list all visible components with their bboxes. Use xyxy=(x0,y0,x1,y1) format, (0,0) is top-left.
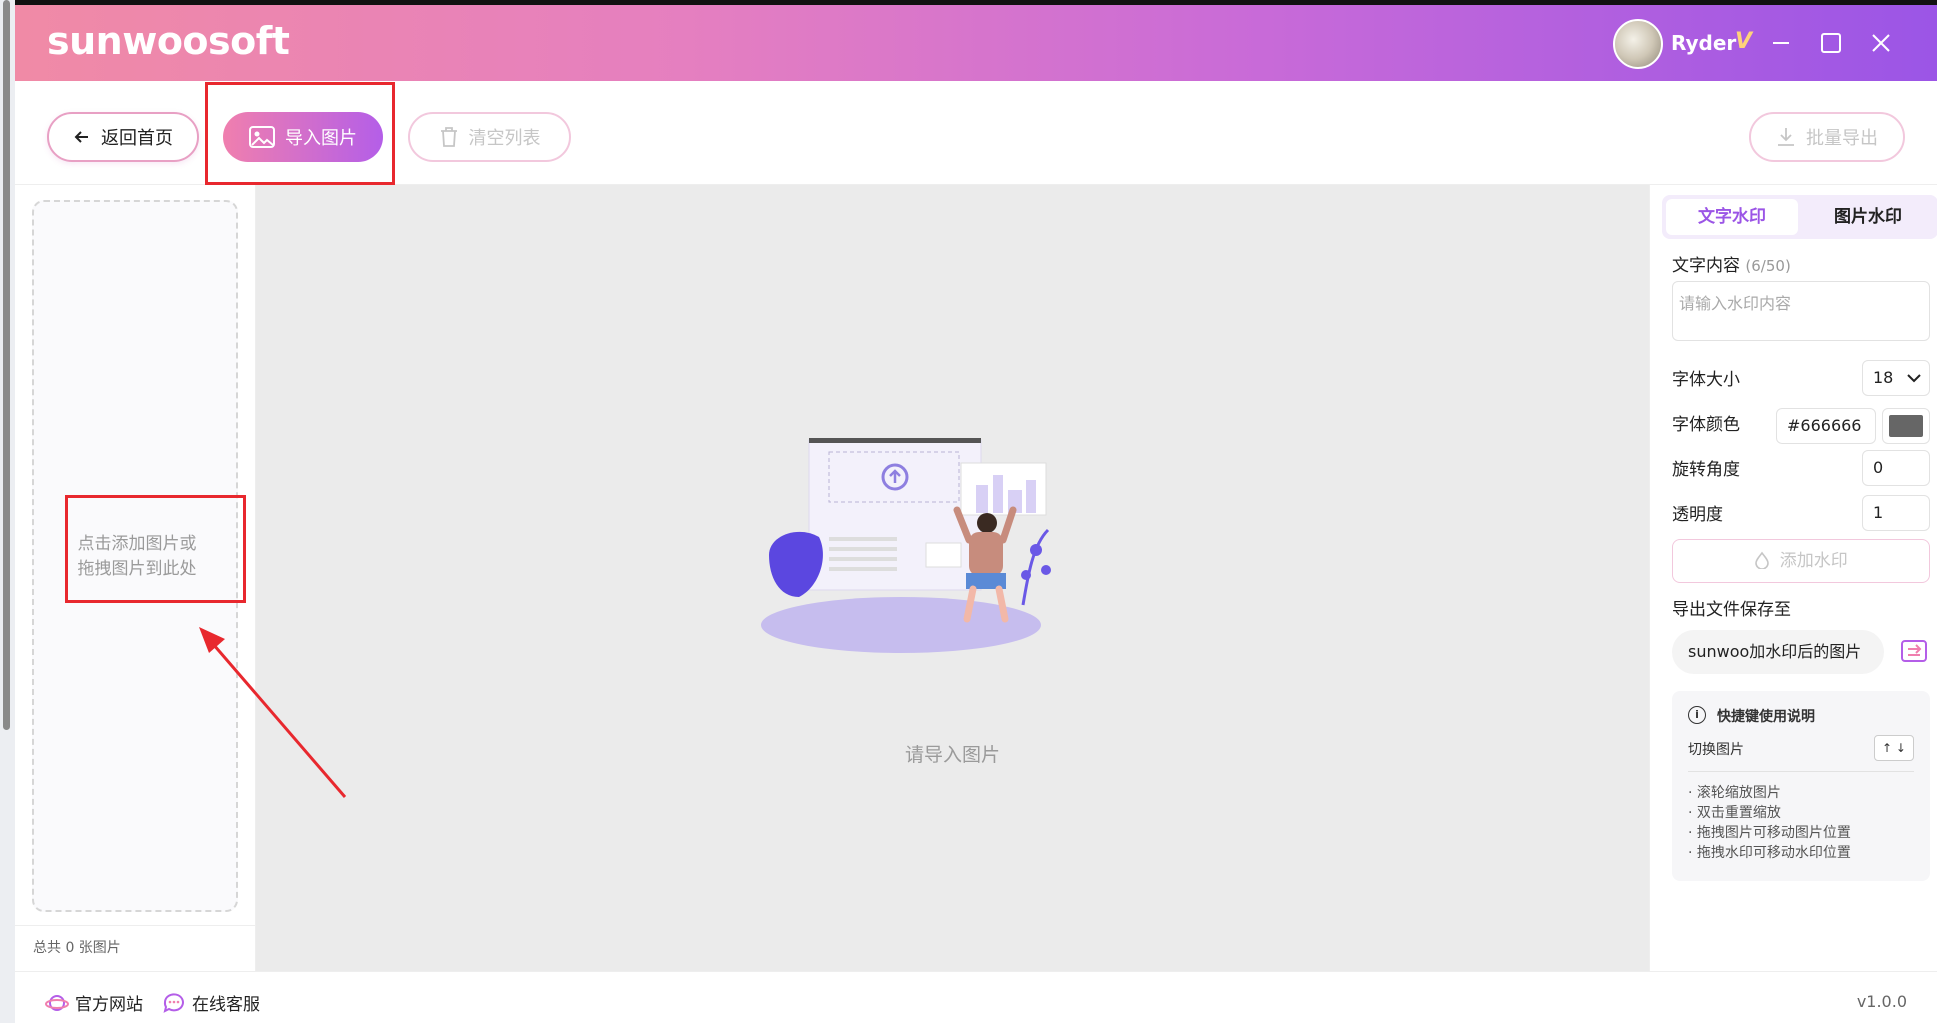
app-window: sunwoosoft Ryder V 返回首页 导入图片 清空列表 批量导出 点… xyxy=(15,5,1937,1023)
list-item-text: 拖拽图片可移动图片位置 xyxy=(1696,825,1851,841)
title-bar: sunwoosoft Ryder V xyxy=(15,5,1937,81)
preview-canvas[interactable]: 请导入图片 xyxy=(256,185,1649,971)
add-watermark-button[interactable]: 添加水印 xyxy=(1672,539,1930,583)
arrow-left-icon xyxy=(74,131,88,143)
font-color-input[interactable]: #666666 xyxy=(1776,408,1876,444)
export-path-field[interactable]: sunwoo加水印后的图片 xyxy=(1672,630,1884,674)
maximize-button[interactable] xyxy=(1815,27,1847,59)
annotation-arrow xyxy=(199,627,347,798)
chevron-down-icon xyxy=(1907,374,1921,383)
planet-icon xyxy=(45,994,69,1011)
text-content-label-text: 文字内容 xyxy=(1672,256,1740,276)
highlight-box-import xyxy=(205,82,395,185)
divider xyxy=(1688,771,1914,772)
font-size-label: 字体大小 xyxy=(1672,370,1740,390)
empty-illustration xyxy=(761,438,1051,653)
online-support-label: 在线客服 xyxy=(192,995,260,1015)
switch-image-label: 切换图片 xyxy=(1688,742,1744,758)
list-item: · 双击重置缩放 xyxy=(1688,805,1781,821)
highlight-box-dropzone xyxy=(65,495,246,603)
list-item-text: 拖拽水印可移动水印位置 xyxy=(1696,845,1851,861)
empty-hint: 请导入图片 xyxy=(904,744,1000,766)
watermark-text-input[interactable]: 请输入水印内容 xyxy=(1672,281,1930,341)
footer: 官方网站 在线客服 v1.0.0 xyxy=(15,971,1937,1023)
info-icon: i xyxy=(1688,706,1706,724)
shortcut-list: · 滚轮缩放图片 · 双击重置缩放 · 拖拽图片可移动图片位置 · 拖拽水印可移… xyxy=(1688,783,1851,863)
list-item: · 滚轮缩放图片 xyxy=(1688,785,1781,801)
chat-icon xyxy=(163,992,184,1013)
text-content-label: 文字内容 (6/50) xyxy=(1672,251,1791,276)
add-watermark-label: 添加水印 xyxy=(1779,551,1848,571)
minimize-button[interactable] xyxy=(1765,27,1797,59)
download-icon xyxy=(1778,128,1794,146)
change-folder-icon[interactable] xyxy=(1900,637,1930,667)
close-icon xyxy=(1872,34,1890,52)
list-item-text: 双击重置缩放 xyxy=(1696,805,1781,821)
version-label: v1.0.0 xyxy=(1856,992,1907,1011)
watermark-settings-panel: 文字水印 图片水印 文字内容 (6/50) 请输入水印内容 字体大小 18 字体… xyxy=(1649,185,1937,971)
rotation-input[interactable]: 0 xyxy=(1862,450,1930,486)
maximize-icon xyxy=(1821,33,1841,53)
image-count: 总共 0 张图片 xyxy=(33,940,121,956)
divider xyxy=(15,925,256,926)
shortcut-help-box: i 快捷键使用说明 切换图片 ↑ ↓ · 滚轮缩放图片 · 双击重置缩放 · 拖… xyxy=(1672,691,1930,881)
tab-text-watermark[interactable]: 文字水印 xyxy=(1666,199,1798,235)
export-folder-label: 导出文件保存至 xyxy=(1672,600,1791,620)
user-name[interactable]: Ryder xyxy=(1671,31,1736,55)
minimize-icon xyxy=(1773,42,1789,44)
watermark-tabs: 文字水印 图片水印 xyxy=(1662,195,1937,239)
font-size-value: 18 xyxy=(1873,368,1894,387)
font-color-label: 字体颜色 xyxy=(1672,415,1740,435)
batch-export-label: 批量导出 xyxy=(1806,128,1878,149)
background-edge xyxy=(0,0,15,1023)
official-website-label: 官方网站 xyxy=(75,995,143,1015)
background-scrollbar xyxy=(3,0,10,730)
shortcut-help-title: 快捷键使用说明 xyxy=(1717,709,1815,725)
vip-badge: V xyxy=(1735,29,1753,54)
clear-list-label: 清空列表 xyxy=(468,128,541,149)
close-button[interactable] xyxy=(1865,27,1897,59)
official-website-link[interactable]: 官方网站 xyxy=(45,990,143,1015)
arrow-keys-keycap: ↑ ↓ xyxy=(1874,735,1914,761)
app-logo: sunwoosoft xyxy=(47,19,290,63)
drop-icon xyxy=(1755,551,1770,570)
text-content-count: (6/50) xyxy=(1745,257,1791,275)
rotation-label: 旋转角度 xyxy=(1672,460,1740,480)
list-item: · 拖拽图片可移动图片位置 xyxy=(1688,825,1851,841)
trash-icon xyxy=(440,127,457,147)
list-item: · 拖拽水印可移动水印位置 xyxy=(1688,845,1851,861)
back-home-button[interactable]: 返回首页 xyxy=(47,112,199,162)
tab-image-watermark[interactable]: 图片水印 xyxy=(1802,199,1934,235)
avatar[interactable] xyxy=(1613,19,1663,69)
online-support-link[interactable]: 在线客服 xyxy=(162,990,260,1015)
back-home-label: 返回首页 xyxy=(101,128,173,149)
font-color-swatch[interactable] xyxy=(1882,408,1930,444)
list-item-text: 滚轮缩放图片 xyxy=(1696,785,1781,801)
batch-export-button[interactable]: 批量导出 xyxy=(1749,112,1905,162)
opacity-input[interactable]: 1 xyxy=(1862,495,1930,531)
clear-list-button[interactable]: 清空列表 xyxy=(408,112,571,162)
opacity-label: 透明度 xyxy=(1672,505,1723,525)
font-size-select[interactable]: 18 xyxy=(1862,360,1930,396)
